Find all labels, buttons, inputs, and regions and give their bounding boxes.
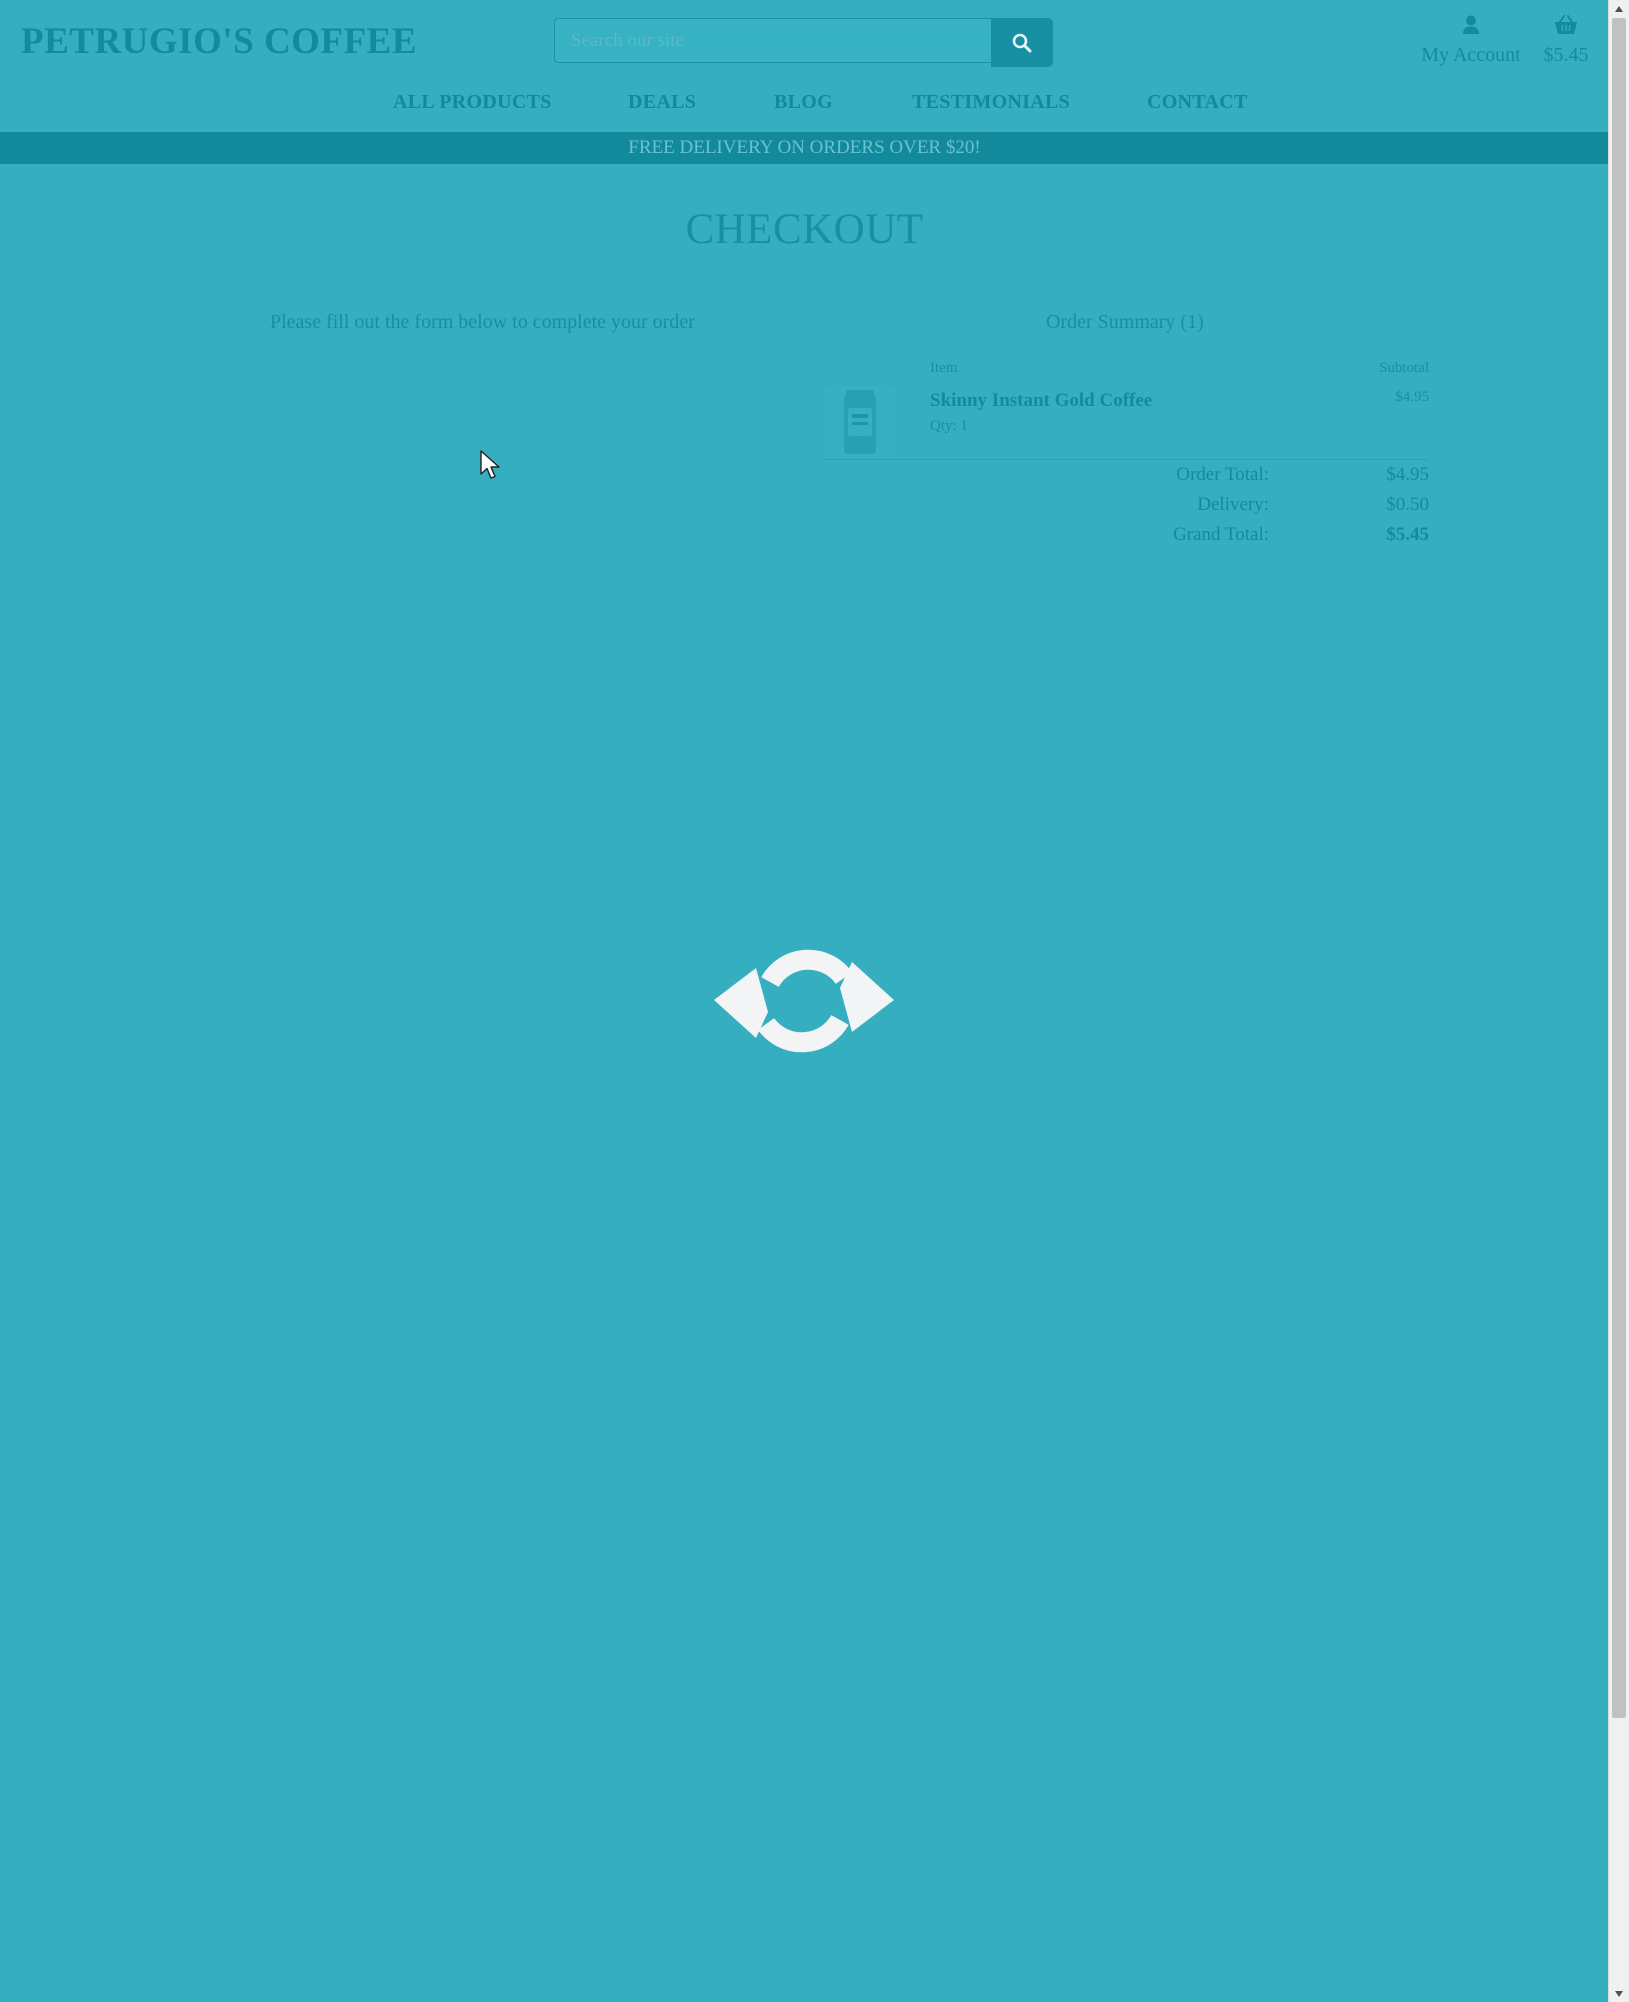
page-scrollbar[interactable] <box>1608 0 1629 2002</box>
user-icon <box>1463 15 1479 34</box>
nav-deals[interactable]: DEALS <box>628 91 696 114</box>
main-nav: ALL PRODUCTS DEALS BLOG TESTIMONIALS CON… <box>0 91 1609 119</box>
summary-divider <box>822 459 1429 460</box>
nav-all-products[interactable]: ALL PRODUCTS <box>393 91 552 114</box>
grand-total-label: Grand Total: <box>1173 524 1269 545</box>
refresh-spinner-icon <box>714 949 894 1053</box>
order-total-label: Order Total: <box>1176 464 1269 485</box>
checkout-intro: Please fill out the form below to comple… <box>270 311 695 333</box>
order-total-value: $4.95 <box>1386 464 1429 485</box>
product-qty: Qty: 1 <box>930 418 968 434</box>
my-account-link[interactable]: My Account <box>1418 15 1524 67</box>
loading-spinner <box>712 932 896 1068</box>
grand-total-row: Grand Total: $5.45 <box>822 524 1429 550</box>
cart-total: $5.45 <box>1543 44 1589 66</box>
product-name[interactable]: Skinny Instant Gold Coffee <box>930 390 1152 412</box>
delivery-label: Delivery: <box>1197 494 1269 515</box>
mouse-cursor-icon <box>480 450 500 479</box>
order-total-row: Order Total: $4.95 <box>822 464 1429 490</box>
delivery-row: Delivery: $0.50 <box>822 494 1429 520</box>
scroll-up-arrow-icon[interactable] <box>1609 0 1629 17</box>
site-logo[interactable]: PETRUGIO'S COFFEE <box>21 20 417 63</box>
search-input[interactable] <box>554 18 991 63</box>
page-title: CHECKOUT <box>685 206 924 253</box>
nav-contact[interactable]: CONTACT <box>1147 91 1248 114</box>
delivery-value: $0.50 <box>1386 494 1429 515</box>
delivery-banner: FREE DELIVERY ON ORDERS OVER $20! <box>0 132 1609 164</box>
account-label: My Account <box>1421 44 1521 66</box>
scroll-thumb[interactable] <box>1612 18 1626 1718</box>
product-thumbnail <box>824 386 896 458</box>
cart-link[interactable]: $5.45 <box>1538 15 1594 67</box>
column-subtotal: Subtotal <box>1378 360 1429 376</box>
nav-blog[interactable]: BLOG <box>774 91 833 114</box>
coffee-jar-image <box>844 390 876 454</box>
column-item: Item <box>930 360 958 376</box>
nav-testimonials[interactable]: TESTIMONIALS <box>912 91 1070 114</box>
search-button[interactable] <box>991 18 1053 67</box>
basket-icon <box>1555 15 1577 34</box>
search-bar <box>554 18 1053 67</box>
search-icon <box>1012 33 1032 52</box>
scroll-down-arrow-icon[interactable] <box>1609 1985 1629 2002</box>
grand-total-value: $5.45 <box>1386 524 1429 545</box>
product-subtotal: $4.95 <box>1395 389 1429 405</box>
site-header: PETRUGIO'S COFFEE My Account $5.45 ALL P… <box>0 0 1609 132</box>
order-summary-title: Order Summary (1) <box>1046 311 1204 333</box>
